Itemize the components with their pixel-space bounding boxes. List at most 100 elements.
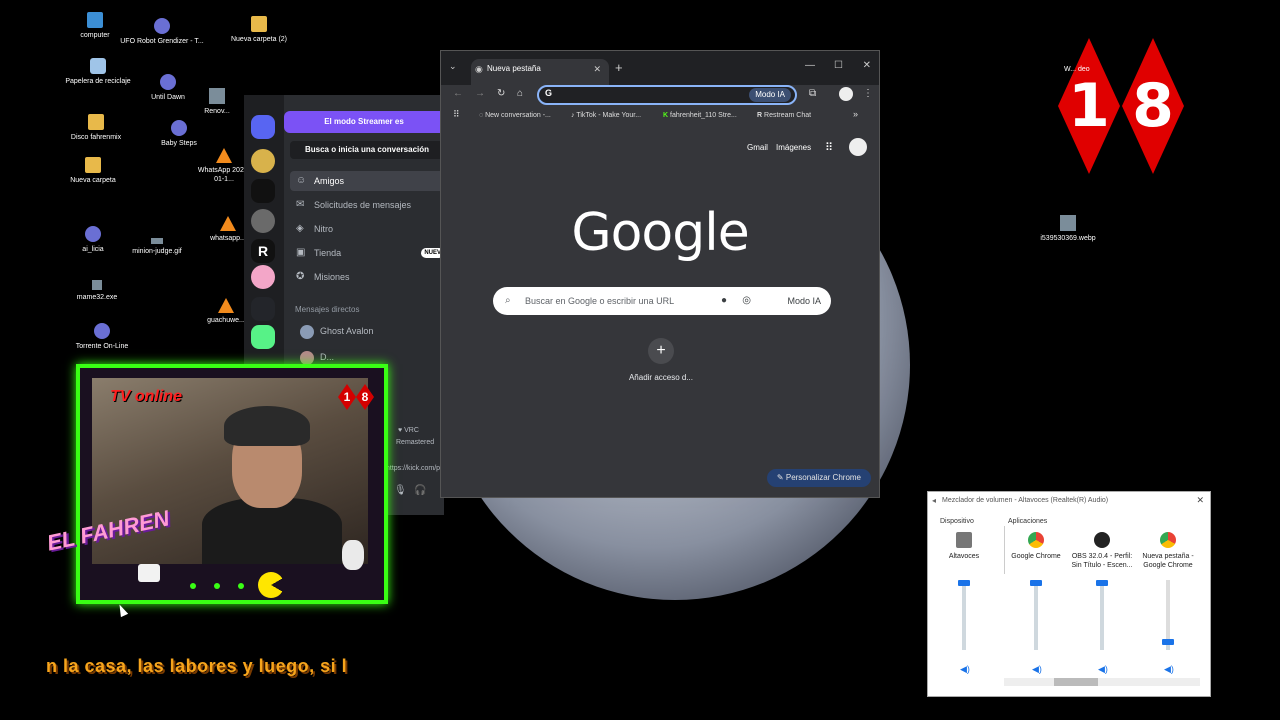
- desktop-icon-nueva-carpeta[interactable]: Nueva carpeta: [48, 157, 138, 185]
- nav-solicitudes[interactable]: ✉ Solicitudes de mensajes: [290, 195, 444, 215]
- add-shortcut-button[interactable]: +: [648, 338, 674, 364]
- apps-grid-icon[interactable]: ⠿: [453, 109, 460, 120]
- server-icon[interactable]: [251, 149, 275, 173]
- mute-icon[interactable]: ◀): [960, 664, 970, 675]
- dm-item[interactable]: Ghost Avalon: [290, 321, 444, 341]
- folder-icon: [88, 114, 104, 130]
- desktop-icon-baby-steps[interactable]: Baby Steps: [134, 120, 224, 148]
- desktop-icon-mame32[interactable]: mame32.exe: [52, 280, 142, 302]
- google-apps-icon[interactable]: ⠿: [825, 141, 833, 154]
- folder-icon[interactable]: [251, 297, 275, 321]
- chrome-window: ⌄ ◉ Nueva pestaña ✕ + — ☐ ✕ ← → ↻ ⌂ G Mo…: [440, 50, 880, 498]
- minimize-button[interactable]: —: [805, 60, 815, 71]
- ai-mode-label: Modo IA: [755, 90, 785, 99]
- server-icon[interactable]: [251, 325, 275, 349]
- mic-icon[interactable]: 🎙: [394, 485, 407, 496]
- maximize-button[interactable]: ☐: [834, 60, 843, 71]
- customize-chrome-button[interactable]: ✎ Personalizar Chrome: [766, 469, 871, 487]
- volume-slider[interactable]: [1096, 579, 1108, 650]
- volume-slider[interactable]: [958, 579, 970, 650]
- astronaut-icon: [342, 540, 364, 570]
- mute-icon[interactable]: ◀): [1032, 664, 1042, 675]
- mute-icon[interactable]: ◀): [1164, 664, 1174, 675]
- server-icon[interactable]: [251, 209, 275, 233]
- profile-avatar[interactable]: [839, 87, 853, 101]
- slider-fill: [1034, 582, 1038, 650]
- horizontal-scrollbar[interactable]: [1004, 678, 1200, 686]
- add-shortcut-label: Añadir acceso d...: [628, 373, 694, 382]
- image-icon: [1060, 215, 1076, 231]
- desktop-icon-grendizer[interactable]: UFO Robot Grendizer - T...: [117, 18, 207, 46]
- streamer-mode-banner[interactable]: El modo Streamer es: [284, 111, 444, 133]
- images-link[interactable]: Imágenes: [776, 143, 811, 152]
- desktop-icon-nueva-carpeta-2[interactable]: Nueva carpeta (2): [214, 16, 304, 44]
- chrome-icon: [1160, 532, 1176, 548]
- quest-icon: ✪: [296, 271, 305, 282]
- volume-slider[interactable]: [1162, 580, 1174, 650]
- desktop-icon-renov[interactable]: Renov...: [187, 88, 247, 116]
- bookmark-item[interactable]: ♪ TikTok - Make Your...: [571, 112, 641, 119]
- lens-icon[interactable]: ◎: [742, 287, 751, 315]
- nav-misiones[interactable]: ✪ Misiones: [290, 267, 444, 287]
- bookmarks-bar: ⠿ ◌ New conversation -... ♪ TikTok - Mak…: [441, 109, 879, 125]
- age-rating-digit-8: 8: [1122, 38, 1184, 174]
- chrome-icon: [1028, 532, 1044, 548]
- tab-nueva-pestana[interactable]: ◉ Nueva pestaña ✕: [471, 59, 609, 85]
- mixer-column-nueva-pestana: Nueva pestaña - Google Chrome: [1136, 532, 1200, 570]
- close-button[interactable]: ✕: [1196, 495, 1204, 506]
- omnibox[interactable]: G Modo IA: [537, 85, 797, 105]
- headphones-icon[interactable]: 🎧: [414, 485, 426, 496]
- tab-search-icon[interactable]: ⌄: [449, 61, 457, 72]
- vlc-icon: [218, 298, 234, 313]
- back-icon[interactable]: ←: [453, 88, 463, 99]
- extensions-icon[interactable]: ⧉: [809, 88, 816, 99]
- speaker-icon: ◂: [932, 496, 937, 505]
- ai-mode-label: Modo IA: [787, 296, 821, 306]
- friends-icon: ☺: [296, 175, 307, 186]
- nav-nitro[interactable]: ◈ Nitro: [290, 219, 444, 239]
- account-avatar[interactable]: [849, 138, 867, 156]
- mixer-column-chrome: Google Chrome: [1004, 532, 1068, 561]
- mute-icon[interactable]: ◀): [1098, 664, 1108, 675]
- kick-link[interactable]: https://kick.com/p: [386, 465, 440, 472]
- server-icon[interactable]: [251, 265, 275, 289]
- nav-tienda[interactable]: ▣ Tienda NUEV: [290, 243, 444, 263]
- conversation-search[interactable]: Busca o inicia una conversación: [290, 141, 444, 159]
- desktop-icon-torrente[interactable]: Torrente On-Line: [57, 323, 147, 351]
- folder-icon: [85, 157, 101, 173]
- server-icon[interactable]: R: [251, 239, 275, 263]
- volume-slider[interactable]: [1030, 579, 1042, 650]
- desktop-icon-webp[interactable]: i539530369.webp: [1023, 215, 1113, 243]
- home-icon[interactable]: ⌂: [517, 88, 523, 99]
- kick-icon: K: [663, 112, 669, 119]
- mic-icon[interactable]: ●: [721, 287, 727, 315]
- nav-amigos[interactable]: ☺ Amigos: [290, 171, 444, 191]
- dm-header: Mensajes directos: [295, 305, 360, 314]
- forward-icon[interactable]: →: [475, 88, 485, 99]
- google-g-icon: G: [545, 88, 553, 98]
- slider-thumb[interactable]: [1162, 638, 1174, 645]
- slider-thumb[interactable]: [1030, 579, 1042, 586]
- slider-thumb[interactable]: [958, 579, 970, 586]
- google-search-box[interactable]: ⌕ Buscar en Google o escribir una URL ● …: [493, 287, 831, 315]
- desktop-icon-minion-gif[interactable]: minion-judge.gif: [112, 238, 202, 256]
- close-window-button[interactable]: ✕: [863, 60, 871, 71]
- scrollbar-thumb[interactable]: [1054, 678, 1098, 686]
- close-tab-icon[interactable]: ✕: [593, 59, 601, 79]
- gmail-link[interactable]: Gmail: [747, 143, 768, 152]
- menu-icon[interactable]: ⋮: [863, 88, 873, 99]
- slider-thumb[interactable]: [1096, 579, 1108, 586]
- desktop-icon-disco-fahrenmix[interactable]: Disco fahrenmix: [51, 114, 141, 142]
- bookmark-item[interactable]: K fahrenheit_110 Stre...: [663, 112, 737, 119]
- new-tab-button[interactable]: +: [615, 60, 623, 75]
- more-bookmarks-icon[interactable]: »: [853, 109, 858, 119]
- discord-home-button[interactable]: [251, 115, 275, 139]
- ai-mode-button[interactable]: Modo IA: [787, 287, 821, 315]
- pacman-dot: [190, 583, 196, 589]
- server-icon[interactable]: [251, 179, 275, 203]
- bookmark-item[interactable]: ◌ New conversation -...: [479, 112, 551, 119]
- ai-mode-button[interactable]: Modo IA: [749, 88, 791, 102]
- reload-icon[interactable]: ↻: [497, 88, 505, 99]
- bookmark-item[interactable]: R Restream Chat: [757, 112, 811, 119]
- vlc-icon: [220, 216, 236, 231]
